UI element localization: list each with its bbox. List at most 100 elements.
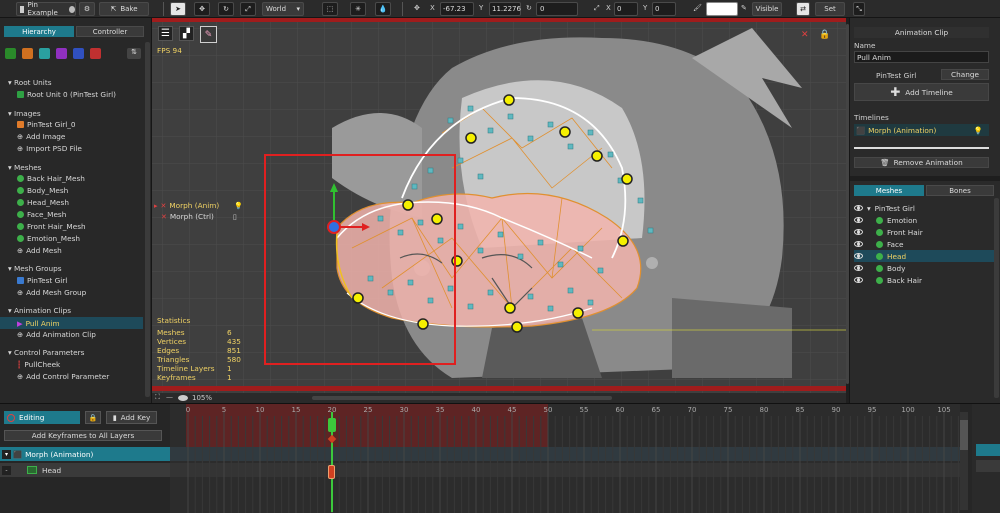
eye-icon[interactable] <box>854 217 863 223</box>
name-field[interactable]: Pull Anim <box>854 51 989 63</box>
editing-toggle[interactable]: Editing <box>4 411 80 424</box>
bake-button[interactable]: ⇱ Bake <box>99 2 149 16</box>
list-item[interactable]: Body_Mesh <box>17 186 68 195</box>
eye-icon[interactable] <box>854 253 863 259</box>
list-item[interactable]: ⊕ Add Animation Clip <box>17 330 96 339</box>
lock-button[interactable]: 🔒 <box>85 411 101 424</box>
viewport-hscrollbar[interactable] <box>312 396 612 400</box>
timeline-track[interactable] <box>170 404 960 513</box>
zoom-slider[interactable] <box>178 395 188 401</box>
sort-icon[interactable]: ⇅ <box>127 48 141 59</box>
list-item[interactable]: ⊕ Add Image <box>17 132 65 141</box>
add-timeline-button[interactable]: ✚ Add Timeline <box>854 83 989 101</box>
layer-row[interactable]: Front Hair <box>854 226 997 238</box>
eye-icon[interactable] <box>854 277 863 283</box>
scale-x-field[interactable]: 0 <box>614 2 638 16</box>
add-keyframes-all-button[interactable]: Add Keyframes to All Layers <box>4 430 162 441</box>
bounds-button[interactable]: ⬚ <box>322 2 338 16</box>
filter-group-icon[interactable] <box>56 48 67 59</box>
rotate-tool-button[interactable]: ↻ <box>218 2 234 16</box>
keyframe[interactable] <box>328 465 335 479</box>
list-item[interactable]: Face_Mesh <box>17 210 66 219</box>
tab-controller[interactable]: Controller <box>76 26 144 37</box>
filter-mesh-icon[interactable] <box>39 48 50 59</box>
remove-animation-button[interactable]: 🗑 Remove Animation <box>854 157 989 168</box>
lock-icon[interactable]: 🔒 <box>819 30 830 40</box>
list-item[interactable]: ⊕ Import PSD File <box>17 144 82 153</box>
eye-icon[interactable] <box>854 229 863 235</box>
playhead-handle[interactable] <box>328 418 336 432</box>
layer-toggle-icons[interactable]: ✕ 🔒 <box>801 30 831 40</box>
fullscreen-button[interactable]: ⤡ <box>853 2 865 16</box>
space-select[interactable]: World ▾ <box>262 2 304 16</box>
fit-icon[interactable]: ⛶ <box>155 393 160 402</box>
layer-row-selected[interactable]: Head <box>854 250 997 262</box>
scale-y-field[interactable]: 0 <box>652 2 676 16</box>
scroll-thumb[interactable] <box>960 420 968 450</box>
pivot-button[interactable]: ✳ <box>350 2 366 16</box>
export-data-button[interactable]: ⇄ <box>796 2 810 16</box>
morph-toggle-icon[interactable]: ✕ <box>801 30 809 40</box>
filter-anim-icon[interactable] <box>73 48 84 59</box>
eyedropper-icon[interactable]: ✎ <box>741 4 747 12</box>
add-key-button[interactable]: ▮ Add Key <box>106 411 157 424</box>
scene-viewport[interactable]: ☰ ▞ ✎ FPS 94 ▸ ✕ Morph (Anim) 💡 ✕ Morph … <box>152 18 846 393</box>
pos-y-field[interactable]: 11.2276 <box>489 2 521 16</box>
list-item[interactable]: ⊕ Add Mesh <box>17 246 62 255</box>
scale-tool-button[interactable]: ⤢ <box>240 2 256 16</box>
eye-icon[interactable] <box>854 205 863 211</box>
section-images[interactable]: ▾ Images <box>8 109 41 118</box>
move-tool-button[interactable]: ✥ <box>194 2 210 16</box>
visible-button[interactable]: Visible <box>752 2 782 16</box>
tab-meshes[interactable]: Meshes <box>854 185 924 196</box>
section-meshes[interactable]: ▾ Meshes <box>8 163 42 172</box>
edit-mode-button[interactable]: ✎ <box>200 26 217 43</box>
list-item[interactable]: PinTest Girl_0 <box>17 120 76 129</box>
tab-bones[interactable]: Bones <box>926 185 994 196</box>
timeline-item[interactable]: ⬛ Morph (Animation) 💡 <box>854 124 989 136</box>
menu-button[interactable]: ☰ <box>158 26 173 41</box>
morph-anim-label[interactable]: ▸ ✕ Morph (Anim) 💡 <box>154 201 243 210</box>
set-button[interactable]: Set <box>815 2 845 16</box>
filter-image-icon[interactable] <box>22 48 33 59</box>
list-item[interactable]: Front Hair_Mesh <box>17 222 86 231</box>
select-tool-button[interactable]: ➤ <box>170 2 186 16</box>
settings-button[interactable]: ⚙ <box>79 2 95 16</box>
color-swatch[interactable] <box>706 2 738 16</box>
rotation-field[interactable]: 0 <box>536 2 578 16</box>
morph-ctrl-label[interactable]: ✕ Morph (Ctrl) ▯ <box>161 212 237 221</box>
section-control-parameters[interactable]: ▾ Control Parameters <box>8 348 84 357</box>
expand-toggle-icon[interactable]: ▾ <box>2 449 11 459</box>
list-item[interactable]: Head_Mesh <box>17 198 69 207</box>
layer-row[interactable]: ▾ PinTest Girl <box>854 202 997 214</box>
scrollbar[interactable] <box>994 198 999 398</box>
layer-row[interactable]: Back Hair <box>854 274 997 286</box>
layer-row[interactable]: Face <box>854 238 997 250</box>
section-mesh-groups[interactable]: ▾ Mesh Groups <box>8 264 62 273</box>
filter-root-icon[interactable] <box>5 48 16 59</box>
checker-button[interactable]: ▞ <box>179 26 194 41</box>
close-icon[interactable] <box>68 5 75 13</box>
list-item[interactable]: Root Unit 0 (PinTest Girl) <box>17 90 116 99</box>
section-animation-clips[interactable]: ▾ Animation Clips <box>8 306 71 315</box>
layer-row[interactable]: Emotion <box>854 214 997 226</box>
list-item[interactable]: ⊕ Add Control Parameter <box>17 372 109 381</box>
frame-ruler[interactable]: 0 5 10 15 20 25 30 35 40 45 50 55 60 65 70 75 80 85 90 95 10… <box>170 404 960 414</box>
list-item[interactable]: Emotion_Mesh <box>17 234 80 243</box>
section-root-units[interactable]: ▾ Root Units <box>8 78 52 87</box>
timeline-vscroll[interactable] <box>960 412 968 510</box>
list-item[interactable]: ⊕ Add Mesh Group <box>17 288 86 297</box>
timeline-layer-row[interactable]: - Head <box>0 463 170 477</box>
scrollbar[interactable] <box>145 42 150 397</box>
tab-hierarchy[interactable]: Hierarchy <box>4 26 74 37</box>
change-button[interactable]: Change <box>941 69 989 80</box>
document-tab[interactable]: Pin Example <box>16 1 76 17</box>
layer-row[interactable]: Body <box>854 262 997 274</box>
soft-selection-button[interactable]: 💧 <box>375 2 391 16</box>
list-item[interactable]: PinTest Girl <box>17 276 67 285</box>
viewport-canvas[interactable] <box>152 18 846 393</box>
pos-x-field[interactable]: -67.23 <box>440 2 474 16</box>
zoom-minus-icon[interactable]: — <box>166 393 173 401</box>
eye-icon[interactable] <box>854 241 863 247</box>
collapse-toggle-icon[interactable]: - <box>2 465 11 475</box>
